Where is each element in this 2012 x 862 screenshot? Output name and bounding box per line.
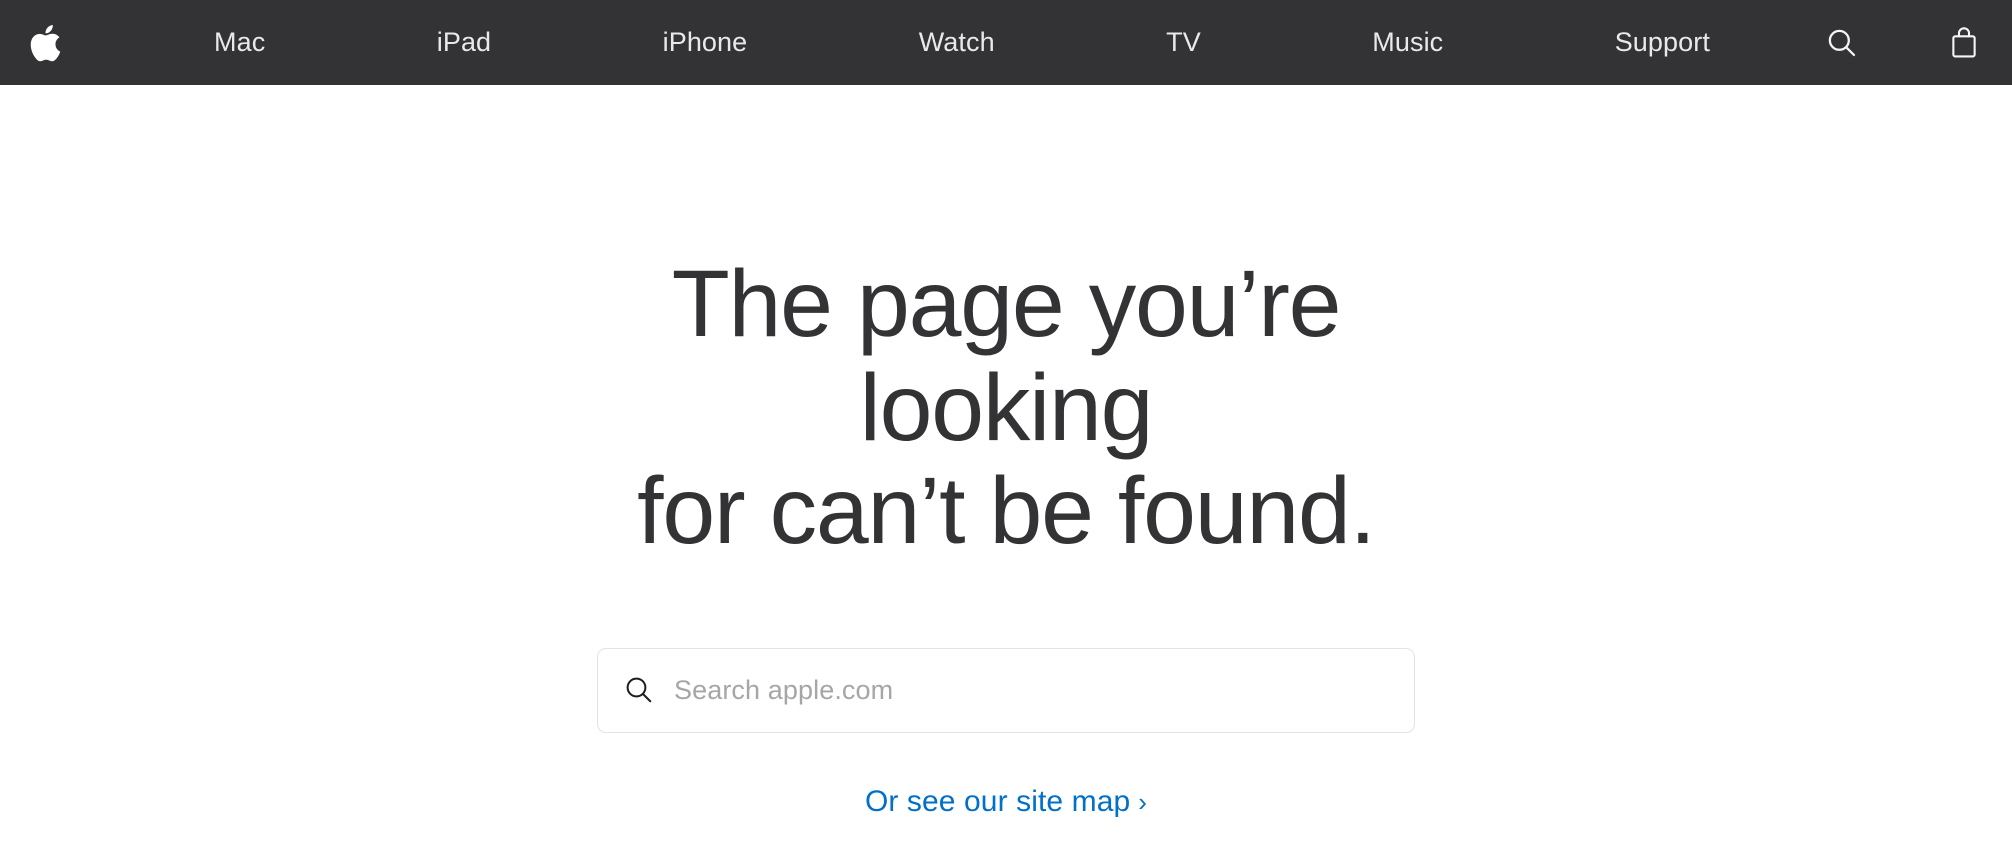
site-map-link-label: Or see our site map	[864, 784, 1131, 818]
shopping-bag-icon	[1950, 26, 1978, 60]
nav-item-tv[interactable]: TV	[1148, 19, 1219, 66]
apple-logo-icon	[28, 22, 62, 64]
global-nav-links: Mac iPad iPhone Watch TV Music Support	[68, 19, 1728, 66]
page-title: The page you’re looking for can’t be fou…	[526, 85, 1486, 564]
nav-item-watch[interactable]: Watch	[901, 19, 1013, 66]
nav-shopping-bag-button[interactable]	[1942, 21, 1986, 65]
chevron-right-icon: ›	[1138, 786, 1148, 817]
page-title-line-2: for can’t be found.	[637, 458, 1376, 565]
nav-item-mac[interactable]: Mac	[196, 19, 283, 66]
error-page-content: The page you’re looking for can’t be fou…	[0, 85, 2012, 819]
global-nav-right	[1820, 21, 1986, 65]
nav-item-iphone[interactable]: iPhone	[645, 19, 766, 66]
apple-logo-link[interactable]	[22, 17, 68, 69]
nav-search-button[interactable]	[1820, 21, 1864, 65]
search-icon	[1826, 27, 1858, 59]
page-title-line-1: The page you’re looking	[671, 251, 1342, 461]
site-map-link[interactable]: Or see our site map ›	[865, 785, 1147, 819]
nav-item-music[interactable]: Music	[1354, 19, 1461, 66]
nav-item-support[interactable]: Support	[1597, 19, 1728, 66]
search-input[interactable]	[672, 673, 1396, 707]
nav-item-ipad[interactable]: iPad	[419, 19, 509, 66]
global-navigation-bar: Mac iPad iPhone Watch TV Music Support	[0, 0, 2012, 85]
search-icon	[622, 673, 656, 707]
search-field[interactable]	[597, 647, 1415, 733]
global-nav-left	[22, 17, 68, 69]
